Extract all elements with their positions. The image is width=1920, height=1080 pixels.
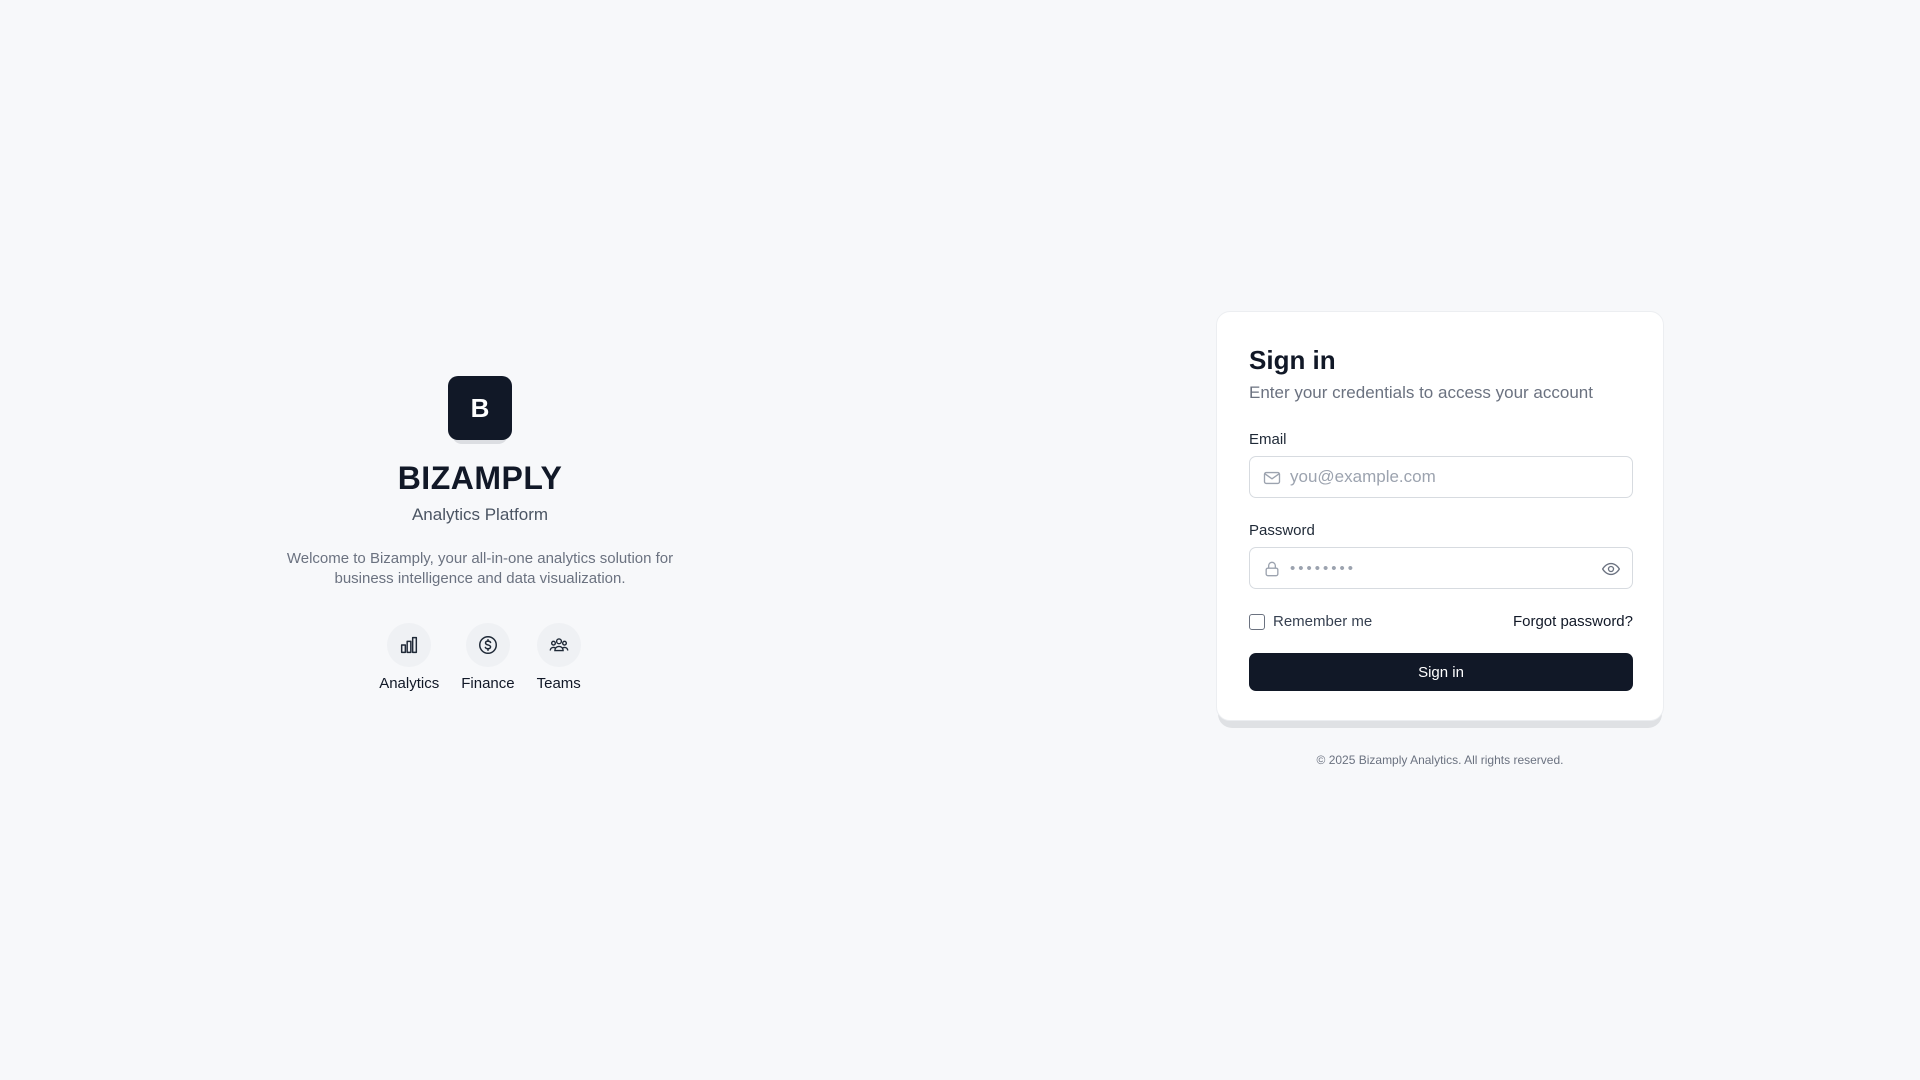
eye-icon: [1601, 562, 1621, 576]
signin-subtitle: Enter your credentials to access your ac…: [1249, 383, 1593, 402]
feature-label: Analytics: [379, 675, 440, 692]
email-input[interactable]: [1290, 457, 1590, 497]
password-input[interactable]: [1290, 548, 1590, 588]
email-label: Email: [1249, 431, 1287, 448]
feature-list: Analytics Finance Teams: [379, 623, 581, 692]
password-label: Password: [1249, 522, 1315, 539]
password-input-box: [1249, 547, 1633, 589]
feature-analytics: Analytics: [379, 623, 439, 692]
feature-label: Teams: [536, 675, 581, 692]
signin-title: Sign in: [1249, 345, 1336, 375]
forgot-password-link[interactable]: Forgot password?: [1513, 613, 1633, 630]
footer-copyright: © 2025 Bizamply Analytics. All rights re…: [1316, 753, 1564, 767]
dollar-circle-icon: [465, 623, 510, 667]
feature-label: Finance: [461, 675, 515, 692]
toggle-password-visibility-button[interactable]: [1600, 558, 1622, 580]
users-icon: [536, 623, 581, 667]
brand-description: Welcome to Bizamply, your all-in-one ana…: [286, 550, 674, 587]
signin-options-row: Remember me Forgot password?: [1249, 613, 1633, 630]
login-page: B BIZAMPLY Analytics Platform Welcome to…: [0, 0, 1920, 1080]
logo: B: [448, 376, 512, 440]
bar-chart-icon: [387, 623, 432, 667]
lock-icon: [1265, 561, 1279, 577]
feature-finance: Finance: [461, 623, 515, 692]
signin-button[interactable]: Sign in: [1249, 653, 1633, 691]
remember-me-label: Remember me: [1273, 613, 1373, 630]
signin-form: Sign in Enter your credentials to access…: [1216, 311, 1664, 721]
mail-icon: [1263, 471, 1281, 485]
remember-me-checkbox[interactable]: [1249, 613, 1265, 630]
feature-teams: Teams: [537, 623, 581, 692]
brand-tagline: Analytics Platform: [411, 505, 549, 524]
remember-me[interactable]: Remember me: [1249, 613, 1372, 630]
signin-card-container: Sign in Enter your credentials to access…: [1216, 311, 1664, 728]
brand-name: BIZAMPLY: [397, 460, 563, 496]
brand-panel: B BIZAMPLY Analytics Platform Welcome to…: [280, 376, 680, 692]
email-input-box: [1249, 456, 1633, 498]
logo-container: B: [448, 376, 512, 446]
